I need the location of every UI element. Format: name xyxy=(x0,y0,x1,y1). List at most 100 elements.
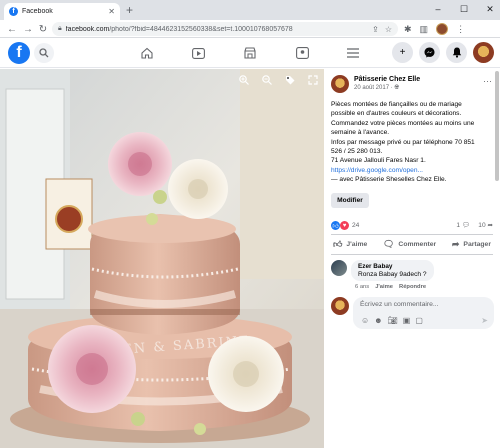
watch-video-icon[interactable] xyxy=(188,43,208,63)
zoom-in-icon[interactable] xyxy=(239,75,249,85)
omnibox-actions: ⇪ ☆ xyxy=(372,25,392,34)
facebook-top-bar: f + xyxy=(0,38,500,68)
post-line: possible en d'autres couleurs et décorat… xyxy=(331,110,462,118)
bookmark-star-icon[interactable]: ☆ xyxy=(385,25,392,34)
commenter-avatar[interactable] xyxy=(331,260,347,276)
post-date[interactable]: 20 août 2017 · 🌐︎ xyxy=(354,85,420,92)
account-avatar[interactable] xyxy=(473,42,494,63)
tab-title: Facebook xyxy=(22,8,53,15)
divider xyxy=(331,234,493,235)
browser-menu-icon[interactable]: ⋮ xyxy=(456,24,465,35)
avatar-sticker-icon[interactable]: ☺ xyxy=(361,316,369,325)
create-plus-icon[interactable]: + xyxy=(392,42,413,63)
notifications-bell-icon[interactable] xyxy=(446,42,467,63)
home-icon[interactable] xyxy=(137,43,157,63)
reload-icon[interactable]: ↻ xyxy=(37,23,49,35)
panel-scrollbar[interactable] xyxy=(495,71,499,446)
sticker-icon[interactable]: ▢ xyxy=(415,316,423,325)
divider xyxy=(331,254,493,255)
post-line: 526 / 25 280 013. xyxy=(331,148,383,156)
reaction-summary[interactable]: 👍︎ ♥ 24 xyxy=(331,221,359,230)
extension-toolbar: ✱ ▥ ⋮ xyxy=(404,23,465,35)
post-meta: Pâtisserie Chez Elle 20 août 2017 · 🌐︎ xyxy=(354,76,420,92)
public-globe-icon: 🌐︎ xyxy=(394,85,400,91)
post-line: 71 Avenue Jallouli Fares Nasr 1. xyxy=(331,157,426,165)
camera-icon[interactable]: 📷︎ xyxy=(388,316,398,325)
new-tab-icon[interactable]: + xyxy=(126,3,133,17)
comment-author[interactable]: Ezer Babay xyxy=(358,263,427,270)
url-input[interactable]: 🔒︎ facebook.com/photo/?fbid=484462315256… xyxy=(52,22,398,36)
comment: Ezer Babay Ronza Babay 9adech ? xyxy=(331,260,434,281)
facebook-logo-icon[interactable]: f xyxy=(8,42,30,64)
post-panel: Pâtisserie Chez Elle 20 août 2017 · 🌐︎ ·… xyxy=(324,69,500,448)
facebook-right-actions: + xyxy=(392,42,494,63)
fullscreen-icon[interactable] xyxy=(308,75,318,85)
browser-tab-strip: f Facebook ✕ + – ☐ ✕ xyxy=(0,0,500,20)
comment-composer: Écrivez un commentaire... ☺ ☻ 📷︎ ▣ ▢ ➤ xyxy=(331,297,494,329)
comment-label: Commenter xyxy=(398,241,437,248)
page-avatar[interactable] xyxy=(331,75,349,93)
composer-avatar[interactable] xyxy=(331,297,349,315)
address-bar-row: ← → ↻ 🔒︎ facebook.com/photo/?fbid=484462… xyxy=(0,20,500,38)
like-reaction-icon: 👍︎ xyxy=(331,221,340,230)
comment-count[interactable]: 1 💬︎ xyxy=(456,221,470,229)
post-line: Infos par message privé ou par téléphone… xyxy=(331,138,475,146)
comment-placeholder: Écrivez un commentaire... xyxy=(360,301,439,308)
comment-button[interactable]: 🗨︎ Commenter xyxy=(381,239,438,250)
edit-button[interactable]: Modifier xyxy=(331,193,369,208)
love-reaction-icon: ♥ xyxy=(340,221,349,230)
close-window-icon[interactable]: ✕ xyxy=(484,2,496,16)
window-controls: – ☐ ✕ xyxy=(432,2,496,16)
comment-input[interactable]: Écrivez un commentaire... ☺ ☻ 📷︎ ▣ ▢ ➤ xyxy=(353,297,494,329)
drive-link[interactable]: https://drive.google.com/open... xyxy=(331,166,495,175)
side-panel-icon[interactable]: ▥ xyxy=(420,24,429,35)
comment-count-value: 1 xyxy=(456,222,461,229)
share-count-value: 10 xyxy=(478,222,486,229)
marketplace-icon[interactable] xyxy=(240,43,260,63)
page-name[interactable]: Pâtisserie Chez Elle xyxy=(354,76,420,83)
close-tab-icon[interactable]: ✕ xyxy=(108,7,115,16)
post-text: Pièces montées de fiançailles ou de mari… xyxy=(331,100,495,185)
photo-toolbar xyxy=(239,75,318,85)
facebook-favicon-icon: f xyxy=(9,7,18,16)
comment-meta: 6 ans J'aime Répondre xyxy=(355,284,426,290)
search-icon[interactable] xyxy=(34,43,54,63)
maximize-icon[interactable]: ☐ xyxy=(458,2,470,16)
scrollbar-thumb[interactable] xyxy=(495,71,499,181)
post-line: Commandez votre pièces montées au moins … xyxy=(331,119,475,127)
share-icon: ➦ xyxy=(451,239,460,249)
comment-age[interactable]: 6 ans xyxy=(355,284,369,290)
messenger-icon[interactable] xyxy=(419,42,440,63)
comment-bubble-icon: 💬︎ xyxy=(461,222,471,229)
share-count[interactable]: 10 ➦ xyxy=(478,221,493,229)
back-icon[interactable]: ← xyxy=(6,23,18,35)
profile-avatar[interactable] xyxy=(436,23,449,35)
lock-icon: 🔒︎ xyxy=(58,25,62,32)
forward-icon[interactable]: → xyxy=(22,23,34,35)
share-button[interactable]: ➦ Partager xyxy=(450,239,493,250)
share-page-icon[interactable]: ⇪ xyxy=(372,25,379,34)
gif-icon[interactable]: ▣ xyxy=(403,316,411,325)
comment-reply-link[interactable]: Répondre xyxy=(399,284,426,290)
emoji-icon[interactable]: ☻ xyxy=(374,316,382,325)
comment-icon: 🗨︎ xyxy=(382,239,395,249)
more-options-icon[interactable]: ··· xyxy=(483,76,492,86)
like-button[interactable]: 👍︎ J'aime xyxy=(331,239,369,250)
menu-hamburger-icon[interactable] xyxy=(343,43,363,63)
extensions-puzzle-icon[interactable]: ✱ xyxy=(404,24,412,35)
tag-icon[interactable] xyxy=(285,75,295,85)
thumbs-up-icon: 👍︎ xyxy=(333,239,343,249)
share-label: Partager xyxy=(463,241,491,248)
comment-bubble: Ezer Babay Ronza Babay 9adech ? xyxy=(351,260,434,281)
post-line: semaine à l'avance. xyxy=(331,129,390,137)
zoom-out-icon[interactable] xyxy=(262,75,272,85)
minimize-icon[interactable]: – xyxy=(432,2,444,16)
cake-photo: MARWEN & SABRINE xyxy=(0,69,324,448)
photo-viewer[interactable]: MARWEN & SABRINE xyxy=(0,69,324,448)
comment-like-link[interactable]: J'aime xyxy=(375,284,393,290)
groups-icon[interactable] xyxy=(292,43,312,63)
send-icon[interactable]: ➤ xyxy=(481,316,488,325)
browser-tab[interactable]: f Facebook ✕ xyxy=(4,3,120,20)
with-page-text: — avec Pâtisserie Sheselles Chez Elle. xyxy=(331,176,447,184)
post-date-text: 20 août 2017 · xyxy=(354,85,395,91)
